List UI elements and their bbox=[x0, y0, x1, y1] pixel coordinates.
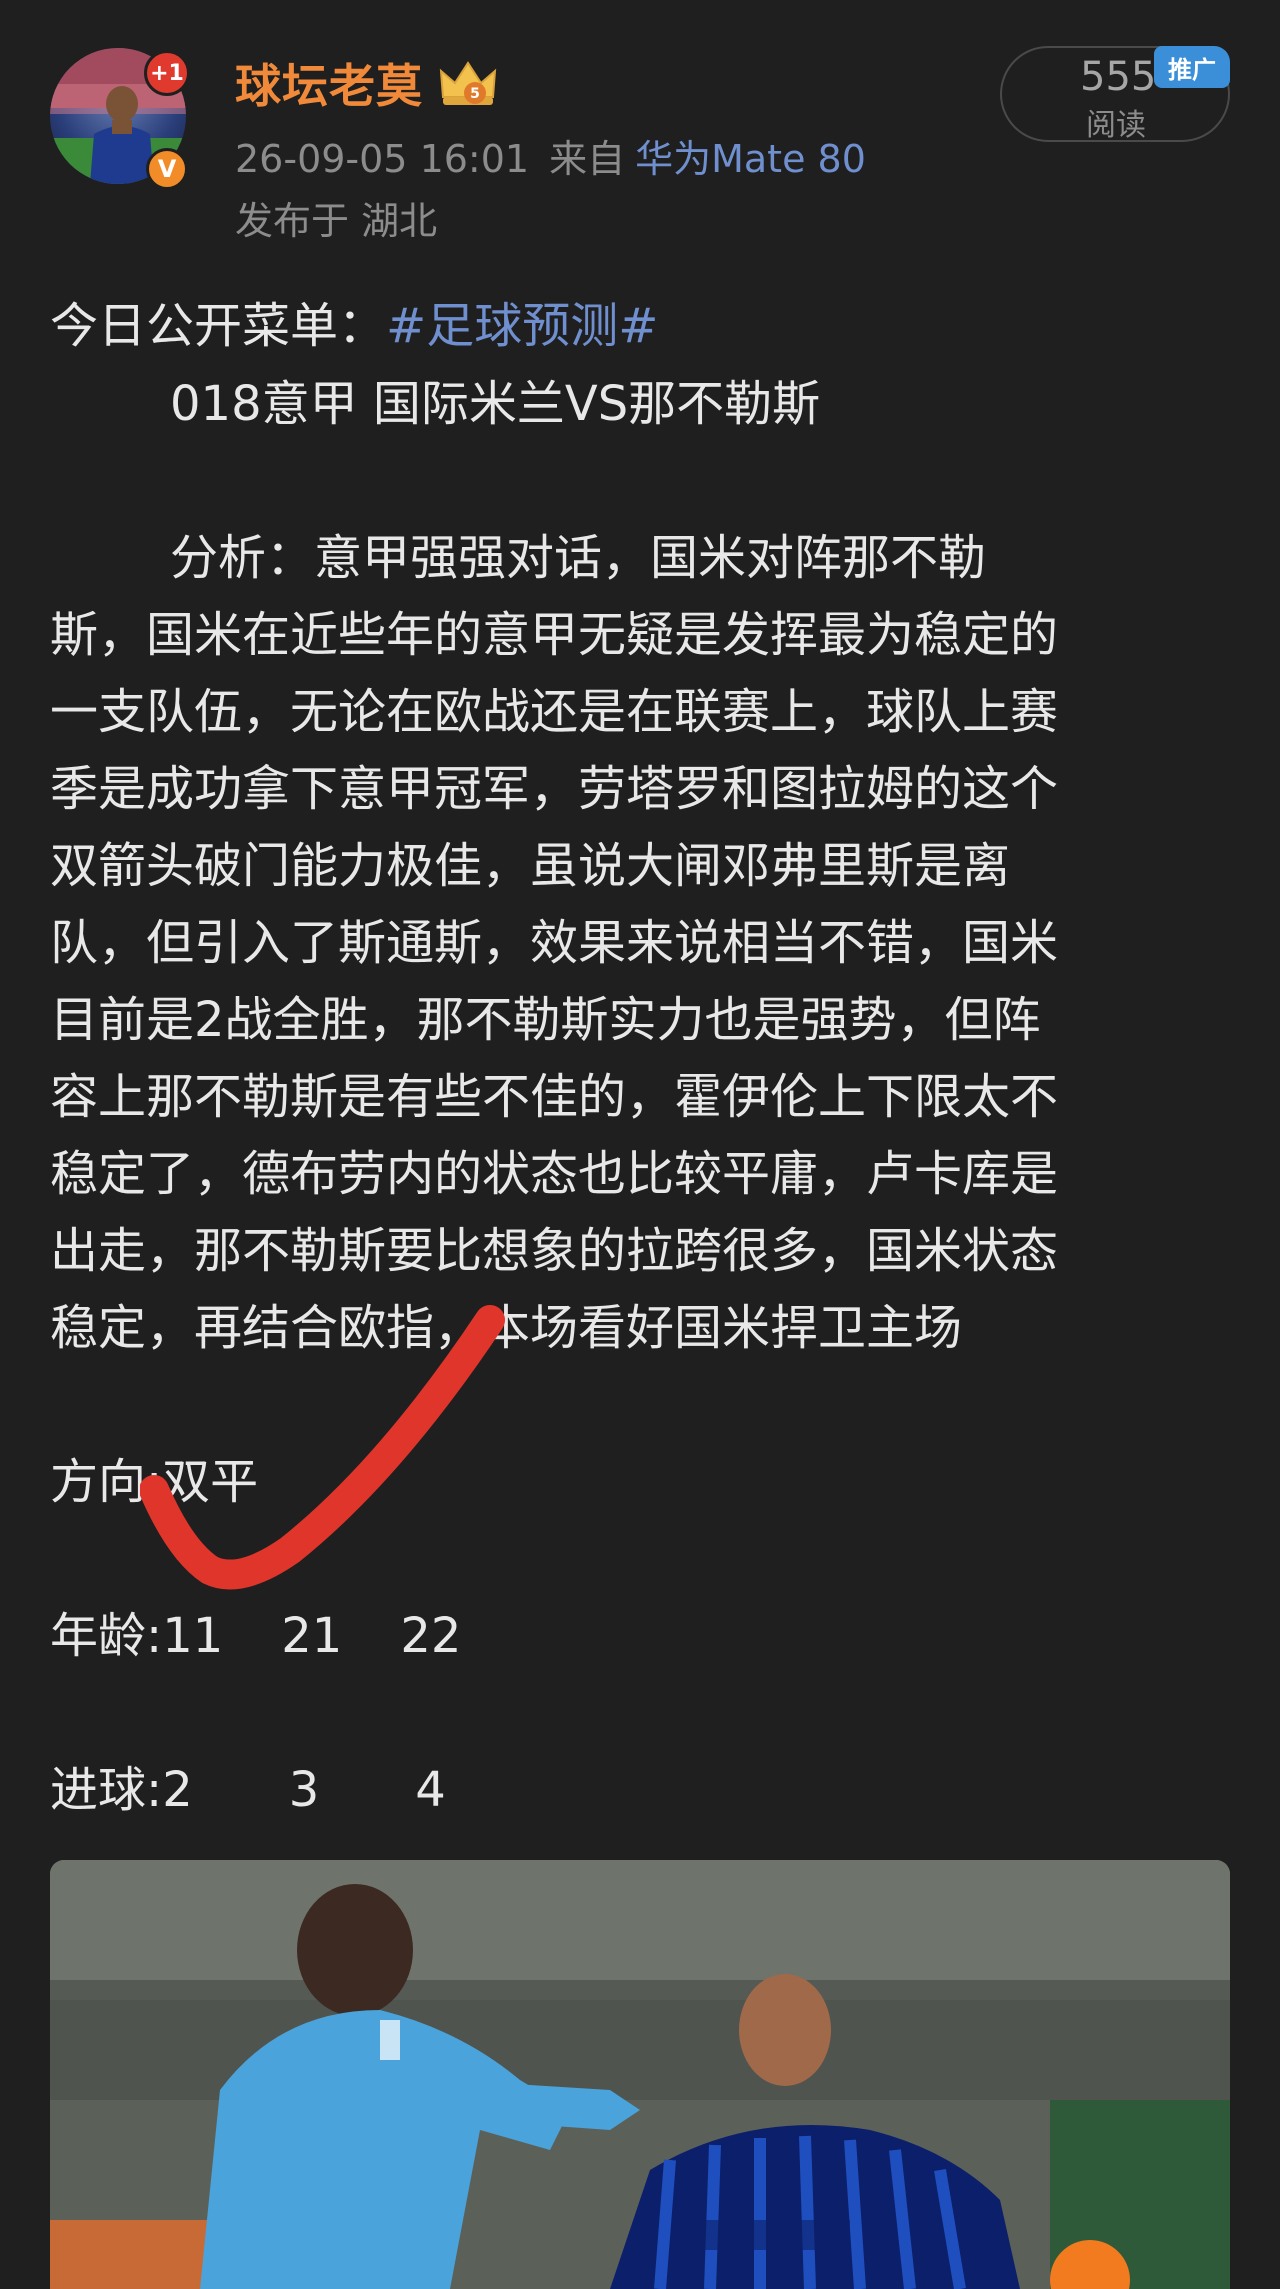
post-photo[interactable] bbox=[50, 1860, 1230, 2289]
menu-prefix: 今日公开菜单： bbox=[50, 298, 387, 354]
from-label: 来自 bbox=[549, 137, 626, 181]
football-players-photo bbox=[50, 1860, 1230, 2289]
post-location: 发布于 湖北 bbox=[235, 199, 438, 243]
promote-button[interactable]: 推广 bbox=[1154, 46, 1230, 88]
hashtag-link[interactable]: #足球预测# bbox=[386, 298, 658, 354]
username-row: 球坛老莫 5 bbox=[235, 48, 499, 118]
analysis-line: 双箭头破门能力极佳，虽说大闸邓弗里斯是离 bbox=[50, 838, 1011, 894]
analysis-line: 目前是2战全胜，那不勒斯实力也是强势，但阵 bbox=[50, 992, 1041, 1048]
post-meta: 26-09-05 16:01 来自 华为Mate 80 bbox=[235, 128, 866, 183]
goals-value: 3 bbox=[288, 1762, 320, 1818]
goals-value: 4 bbox=[415, 1762, 446, 1818]
new-follower-badge: +1 bbox=[144, 50, 190, 96]
analysis-line: 出走，那不勒斯要比想象的拉跨很多，国米状态 bbox=[50, 1223, 1059, 1279]
analysis-line: 稳定，再结合欧指，本场看好国米捍卫主场 bbox=[50, 1300, 963, 1356]
match-line: 018意甲 国际米兰VS那不勒斯 bbox=[170, 376, 821, 432]
username[interactable]: 球坛老莫 bbox=[235, 50, 423, 116]
analysis-line: 队，但引入了斯通斯，效果来说相当不错，国米 bbox=[50, 915, 1059, 971]
analysis-line: 斯，国米在近些年的意甲无疑是发挥最为稳定的 bbox=[50, 607, 1059, 663]
device-link[interactable]: 华为Mate 80 bbox=[635, 137, 866, 181]
analysis-line: 一支队伍，无论在欧战还是在联赛上，球队上赛 bbox=[50, 684, 1059, 740]
goals-label: 进球: bbox=[50, 1762, 163, 1818]
goals-value: 2 bbox=[162, 1762, 193, 1818]
age-label: 年龄: bbox=[50, 1608, 163, 1664]
author-avatar[interactable]: +1 V bbox=[50, 48, 190, 190]
read-count: 555 bbox=[1080, 54, 1157, 100]
menu-line: 今日公开菜单：#足球预测# bbox=[50, 286, 658, 356]
age-value: 11 bbox=[162, 1608, 224, 1664]
crown-level-number: 5 bbox=[470, 86, 480, 102]
analysis-line: 季是成功拿下意甲冠军，劳塔罗和图拉姆的这个 bbox=[50, 761, 1059, 817]
prediction-direction: 方向:双平 bbox=[50, 1454, 259, 1510]
age-value: 22 bbox=[400, 1608, 462, 1664]
analysis-line: 分析：意甲强强对话，国米对阵那不勒 bbox=[170, 530, 987, 586]
age-row: 年龄:11 21 22 bbox=[50, 1596, 461, 1666]
crown-level-icon: 5 bbox=[439, 61, 497, 105]
analysis-line: 容上那不勒斯是有些不佳的，霍伊伦上下限太不 bbox=[50, 1069, 1059, 1125]
analysis-line: 稳定了，德布劳内的状态也比较平庸，卢卡库是 bbox=[50, 1146, 1059, 1202]
goals-row: 进球:2 3 4 bbox=[50, 1750, 446, 1820]
post-timestamp: 26-09-05 16:01 bbox=[235, 137, 530, 181]
verified-badge-icon: V bbox=[146, 148, 188, 190]
read-label: 阅读 bbox=[1086, 108, 1146, 143]
age-value: 21 bbox=[281, 1608, 343, 1664]
